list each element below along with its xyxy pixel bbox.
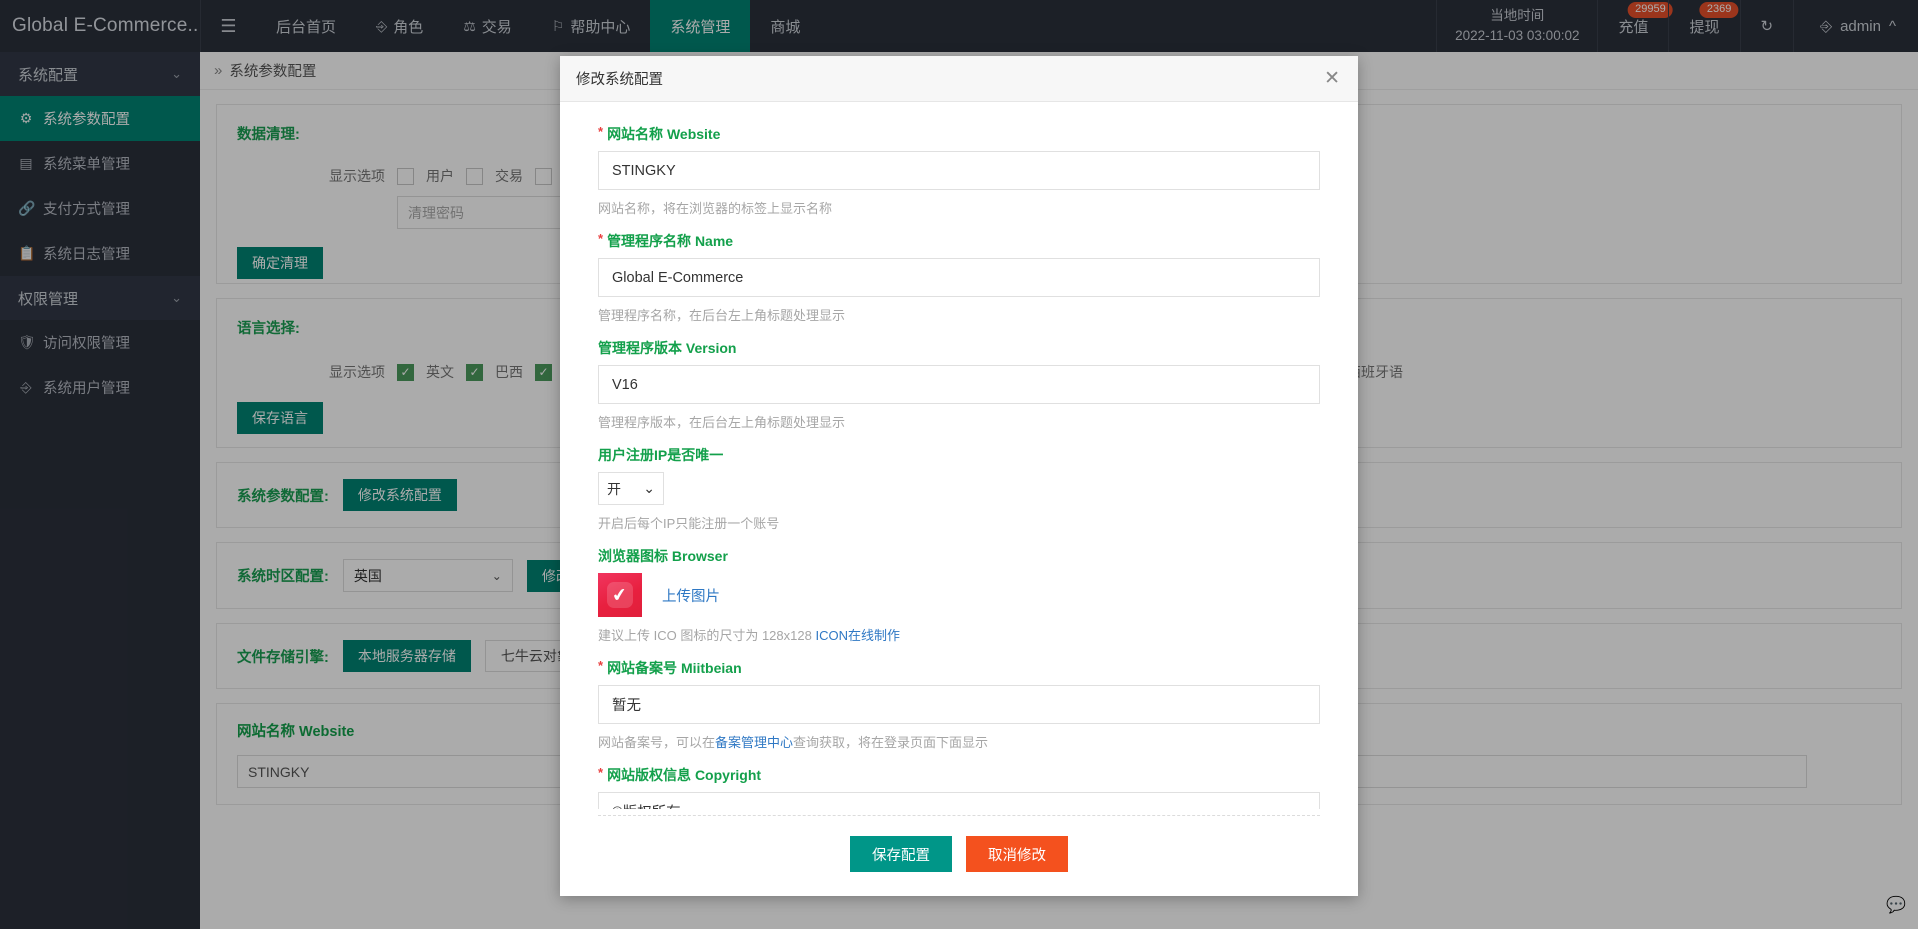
app-root: Global E-Commerce... ☰ 后台首页 ⎆ 角色 ⚖ 交易 ⚐ … [0, 0, 1918, 929]
label-text: 网站名称 Website [607, 126, 721, 142]
miitbeian-input[interactable]: 暂无 [598, 685, 1320, 724]
miitbeian-center-link[interactable]: 备案管理中心 [715, 735, 793, 750]
modal-body: * 网站名称 Website STINGKY 网站名称，将在浏览器的标签上显示名… [560, 102, 1358, 809]
close-icon[interactable]: ✕ [1322, 65, 1342, 92]
required-asterisk: * [598, 658, 604, 673]
favicon-row: ✔ 上传图片 [598, 573, 1320, 617]
admin-name-hint: 管理程序名称，在后台左上角标题处理显示 [598, 308, 846, 323]
field-admin-version-label: 管理程序版本 Version [598, 338, 1320, 358]
label-text: 管理程序版本 Version [598, 340, 737, 356]
chevron-down-icon: ⌄ [643, 480, 655, 496]
copyright-input[interactable]: ©版权所有 [598, 792, 1320, 809]
miitbeian-hint-prefix: 网站备案号，可以在 [598, 735, 716, 750]
label-text: 网站备案号 Miitbeian [607, 660, 742, 676]
label-text: 网站版权信息 Copyright [607, 767, 762, 783]
cancel-edit-button[interactable]: 取消修改 [966, 836, 1068, 872]
field-copyright: * 网站版权信息 Copyright ©版权所有 网站版权信息，在后台登录页面显… [598, 765, 1320, 809]
checkmark-icon: ✔ [611, 584, 629, 606]
edit-system-config-modal: 修改系统配置 ✕ * 网站名称 Website STINGKY 网站名称，将在浏… [560, 56, 1358, 896]
field-browser-icon-label: 浏览器图标 Browser [598, 546, 1320, 566]
field-admin-name-label: * 管理程序名称 Name [598, 231, 1320, 251]
field-ip-unique-label: 用户注册IP是否唯一 [598, 445, 1320, 465]
ip-unique-select[interactable]: 开 ⌄ [598, 472, 664, 505]
icon-maker-link[interactable]: ICON在线制作 [815, 628, 900, 643]
browser-icon-hint-text: 建议上传 ICO 图标的尺寸为 128x128 [598, 628, 816, 643]
required-asterisk: * [598, 231, 604, 246]
website-name-input[interactable]: STINGKY [598, 151, 1320, 190]
field-website-name-label: * 网站名称 Website [598, 124, 1320, 144]
field-copyright-label: * 网站版权信息 Copyright [598, 765, 1320, 785]
label-text: 浏览器图标 Browser [598, 548, 728, 564]
label-text: 管理程序名称 Name [607, 233, 734, 249]
favicon-inner: ✔ [607, 582, 633, 608]
modal-header: 修改系统配置 ✕ [560, 56, 1358, 102]
label-text: 用户注册IP是否唯一 [598, 447, 724, 463]
field-browser-icon: 浏览器图标 Browser ✔ 上传图片 建议上传 ICO 图标的尺寸为 128… [598, 546, 1320, 644]
modal-footer: 保存配置 取消修改 [598, 815, 1320, 896]
favicon-preview[interactable]: ✔ [598, 573, 642, 617]
upload-image-link[interactable]: 上传图片 [662, 585, 720, 606]
field-website-name: * 网站名称 Website STINGKY 网站名称，将在浏览器的标签上显示名… [598, 124, 1320, 217]
admin-version-hint: 管理程序版本，在后台左上角标题处理显示 [598, 415, 846, 430]
miitbeian-hint-suffix: 查询获取，将在登录页面下面显示 [793, 735, 989, 750]
required-asterisk: * [598, 124, 604, 139]
field-admin-version: 管理程序版本 Version V16 管理程序版本，在后台左上角标题处理显示 [598, 338, 1320, 431]
ip-unique-select-value: 开 [607, 480, 621, 497]
modal-title: 修改系统配置 [576, 72, 663, 88]
browser-icon-hint: 建议上传 ICO 图标的尺寸为 128x128 ICON在线制作 [598, 625, 1320, 644]
website-name-hint: 网站名称，将在浏览器的标签上显示名称 [598, 201, 833, 216]
save-config-button[interactable]: 保存配置 [850, 836, 952, 872]
admin-version-input[interactable]: V16 [598, 365, 1320, 404]
admin-name-input[interactable]: Global E-Commerce [598, 258, 1320, 297]
miitbeian-hint: 网站备案号，可以在备案管理中心查询获取，将在登录页面下面显示 [598, 732, 1320, 751]
ip-unique-hint: 开启后每个IP只能注册一个账号 [598, 516, 780, 531]
field-admin-name: * 管理程序名称 Name Global E-Commerce 管理程序名称，在… [598, 231, 1320, 324]
required-asterisk: * [598, 765, 604, 780]
field-miitbeian-label: * 网站备案号 Miitbeian [598, 658, 1320, 678]
field-ip-unique: 用户注册IP是否唯一 开 ⌄ 开启后每个IP只能注册一个账号 [598, 445, 1320, 532]
field-miitbeian: * 网站备案号 Miitbeian 暂无 网站备案号，可以在备案管理中心查询获取… [598, 658, 1320, 751]
